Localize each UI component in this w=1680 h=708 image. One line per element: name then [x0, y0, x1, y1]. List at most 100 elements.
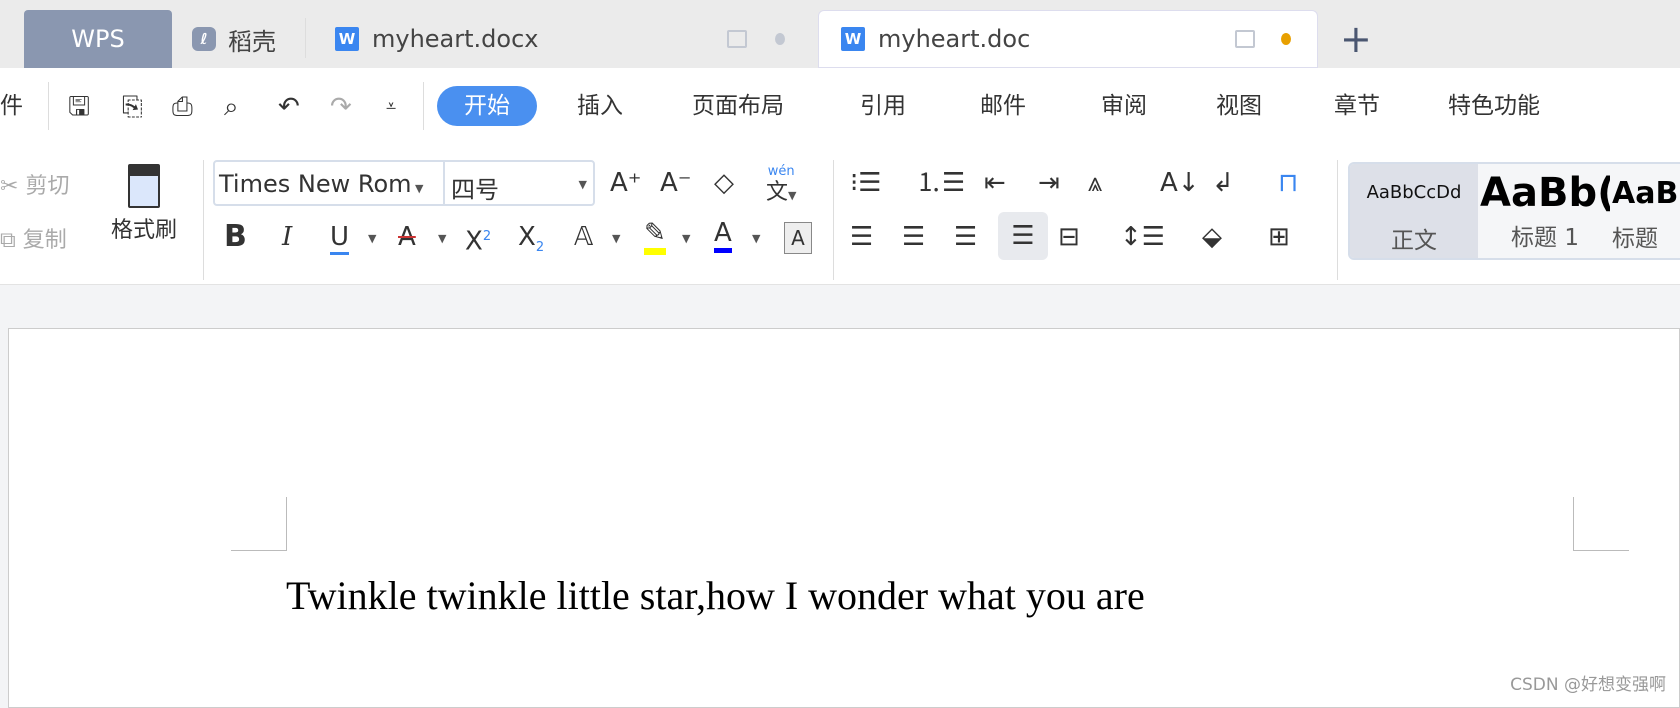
menu-section[interactable]: 章节 [1334, 88, 1380, 124]
tab-myheart-doc[interactable]: W myheart.doc [818, 10, 1318, 68]
sort-icon[interactable]: A↓ [1160, 168, 1200, 198]
bullet-list-icon[interactable]: ⁝☰ [850, 168, 882, 198]
menu-view[interactable]: 视图 [1216, 88, 1262, 124]
shrink-font-icon[interactable]: A⁻ [660, 168, 692, 198]
margin-mark-right [1573, 497, 1574, 550]
document-text[interactable]: Twinkle twinkle little star,how I wonder… [286, 572, 1145, 619]
customize-dropdown-icon[interactable]: ⩡ [386, 92, 396, 122]
divider [1337, 160, 1338, 280]
divider [833, 160, 834, 280]
char-spacing-icon[interactable]: ⩓ [1088, 168, 1103, 198]
menu-mail[interactable]: 邮件 [980, 88, 1026, 124]
italic-icon[interactable]: I [282, 222, 292, 252]
paragraph-shading-icon[interactable]: ⬙ [1202, 222, 1222, 252]
tab-docer[interactable]: ℓ 稻壳 [192, 10, 276, 68]
bold-icon[interactable]: B [224, 222, 247, 252]
ruler-icon[interactable]: ⊓ [1278, 168, 1298, 198]
tab-wps-home[interactable]: WPS [24, 10, 172, 68]
superscript-icon[interactable]: X2 [465, 222, 491, 257]
undo-icon[interactable]: ↶ [278, 92, 300, 122]
wps-writer-icon: W [335, 27, 359, 51]
format-painter-label: 格式刷 [110, 218, 177, 243]
numbered-list-icon[interactable]: ⒈☰ [916, 168, 965, 198]
menu-references[interactable]: 引用 [860, 88, 906, 124]
decrease-indent-icon[interactable]: ⇤ [984, 168, 1006, 198]
new-tab-button[interactable]: + [1340, 10, 1372, 68]
font-size-select[interactable]: 四号 ▼ [451, 170, 591, 205]
subscript-icon[interactable]: X2 [518, 222, 544, 263]
tab-label: myheart.docx [372, 25, 539, 53]
style-preview: AaBl [1612, 176, 1680, 211]
grow-font-icon[interactable]: A⁺ [610, 168, 642, 198]
char-shading-icon[interactable]: A [784, 222, 812, 254]
tab-bar: WPS ℓ 稻壳 W myheart.docx W myheart.doc + [0, 0, 1680, 68]
clear-format-icon[interactable]: ◇ [714, 168, 734, 198]
highlight-icon[interactable]: ✎ [644, 218, 666, 255]
unsaved-dot [1281, 33, 1291, 45]
line-spacing-icon[interactable]: ↕☰ [1120, 222, 1165, 252]
justify-icon[interactable]: ☰ [998, 212, 1048, 260]
monitor-icon [1235, 30, 1255, 48]
divider [203, 160, 204, 280]
cut-label: 剪切 [25, 174, 70, 199]
menu-review[interactable]: 审阅 [1101, 88, 1147, 124]
font-family-select[interactable]: Times New Rom ▼ [219, 170, 423, 198]
style-label: 标题 1 [1511, 225, 1579, 251]
phonetic-guide-icon[interactable]: wén 文▼ [766, 165, 796, 211]
paragraph-mark-icon[interactable]: ↲ [1212, 168, 1234, 198]
tab-label: WPS [71, 25, 125, 53]
style-preview: AaBbCcDd [1366, 182, 1462, 203]
style-label: 标题 [1612, 226, 1658, 252]
style-heading-2[interactable]: AaBl 标题 [1612, 164, 1680, 258]
print-icon[interactable]: ⎙ [172, 92, 193, 122]
copy-label: 复制 [22, 228, 67, 253]
divider [423, 82, 424, 130]
border-icon[interactable]: ⊞ [1268, 222, 1290, 252]
menu-insert[interactable]: 插入 [577, 88, 623, 124]
menu-file[interactable]: 件 [0, 88, 23, 124]
tab-myheart-docx[interactable]: W myheart.docx [335, 10, 795, 68]
style-label: 正文 [1391, 228, 1437, 254]
status-dot [775, 33, 785, 45]
tab-label: 稻壳 [228, 27, 276, 56]
redo-icon[interactable]: ↷ [330, 92, 352, 122]
font-family-value: Times New Rom [219, 170, 412, 198]
menu-page-layout[interactable]: 页面布局 [692, 88, 784, 124]
align-center-icon[interactable]: ☰ [902, 222, 925, 252]
strikethrough-icon[interactable]: A [398, 222, 416, 252]
wps-writer-icon: W [841, 27, 865, 51]
text-effect-icon[interactable]: 𝔸 [574, 222, 593, 252]
margin-mark-left [286, 497, 287, 550]
tab-label: myheart.doc [878, 25, 1031, 53]
increase-indent-icon[interactable]: ⇥ [1038, 168, 1060, 198]
copy-button[interactable]: ⧉ 复制 [0, 222, 67, 254]
watermark: CSDN @好想变强啊 [1510, 675, 1666, 695]
format-painter-button[interactable]: 格式刷 [106, 164, 182, 244]
style-heading-1[interactable]: AaBb( 标题 1 [1480, 164, 1610, 258]
menu-special[interactable]: 特色功能 [1448, 88, 1540, 124]
cut-button[interactable]: ✂ 剪切 [0, 168, 69, 200]
print-preview-icon[interactable]: ⌕ [224, 92, 239, 122]
paintbrush-icon [128, 164, 160, 208]
export-icon[interactable]: ⎘ [122, 92, 143, 122]
divider [48, 82, 49, 130]
style-normal[interactable]: AaBbCcDd 正文 [1350, 164, 1478, 258]
font-controls: Times New Rom ▼ 四号 ▼ [213, 160, 595, 206]
margin-mark-right [1573, 550, 1629, 551]
document-page[interactable] [8, 328, 1680, 708]
menu-home[interactable]: 开始 [437, 86, 537, 126]
underline-icon[interactable]: U [330, 222, 350, 255]
divider [443, 162, 445, 204]
distributed-align-icon[interactable]: ⊟ [1058, 222, 1080, 252]
align-right-icon[interactable]: ☰ [954, 222, 977, 252]
docer-icon: ℓ [192, 27, 216, 51]
scissors-icon: ✂ [0, 174, 19, 199]
save-icon[interactable]: 🖫 [68, 92, 90, 122]
font-color-icon[interactable]: A [714, 218, 732, 253]
copy-icon: ⧉ [0, 228, 16, 253]
margin-mark-left [231, 550, 287, 551]
align-left-icon[interactable]: ☰ [850, 222, 873, 252]
divider [305, 18, 306, 58]
style-gallery: AaBbCcDd 正文 AaBb( 标题 1 AaBl 标题 [1348, 162, 1680, 260]
monitor-icon [727, 30, 747, 48]
